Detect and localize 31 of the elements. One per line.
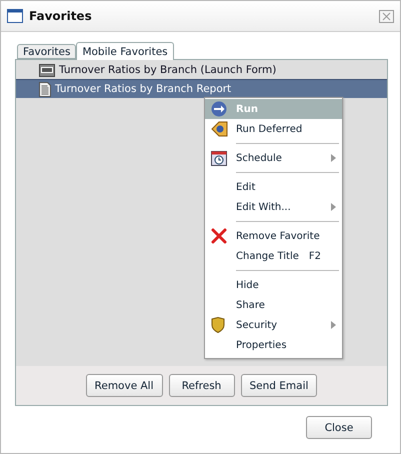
menu-item[interactable]: Hide: [205, 275, 342, 295]
deferred-run-icon: [211, 121, 228, 137]
window-icon: [7, 9, 23, 23]
tab[interactable]: Mobile Favorites: [76, 42, 174, 60]
document-icon: [39, 82, 51, 96]
x-icon: [211, 228, 227, 244]
menu-item[interactable]: Schedule: [205, 148, 342, 168]
tab[interactable]: Favorites: [17, 44, 76, 59]
shield-icon: [211, 317, 225, 333]
run-icon: [211, 101, 227, 117]
close-icon[interactable]: [379, 10, 394, 22]
menu-item[interactable]: Properties: [205, 335, 342, 355]
menu-item[interactable]: Remove Favorite: [205, 226, 342, 246]
menu-item[interactable]: Security: [205, 315, 342, 335]
list-item[interactable]: Turnover Ratios by Branch (Launch Form): [16, 60, 387, 79]
calendar-clock-icon: [211, 150, 227, 166]
panel-button[interactable]: Remove All: [86, 374, 163, 397]
close-button[interactable]: Close: [306, 416, 372, 439]
menu-item[interactable]: Edit: [205, 177, 342, 197]
menu-item[interactable]: Change Title F2: [205, 246, 342, 266]
menu-item[interactable]: Edit With...: [205, 197, 342, 217]
menu-item[interactable]: Share: [205, 295, 342, 315]
menu-item[interactable]: Run Deferred: [205, 119, 342, 139]
submenu-arrow-icon: [331, 321, 336, 329]
panel-button[interactable]: Send Email: [240, 374, 318, 397]
list-item[interactable]: Turnover Ratios by Branch Report: [16, 79, 387, 98]
url-icon: [39, 64, 55, 76]
panel-button[interactable]: Refresh: [168, 374, 235, 397]
submenu-arrow-icon: [331, 154, 336, 162]
window-title: Favorites: [29, 9, 93, 23]
submenu-arrow-icon: [331, 203, 336, 211]
